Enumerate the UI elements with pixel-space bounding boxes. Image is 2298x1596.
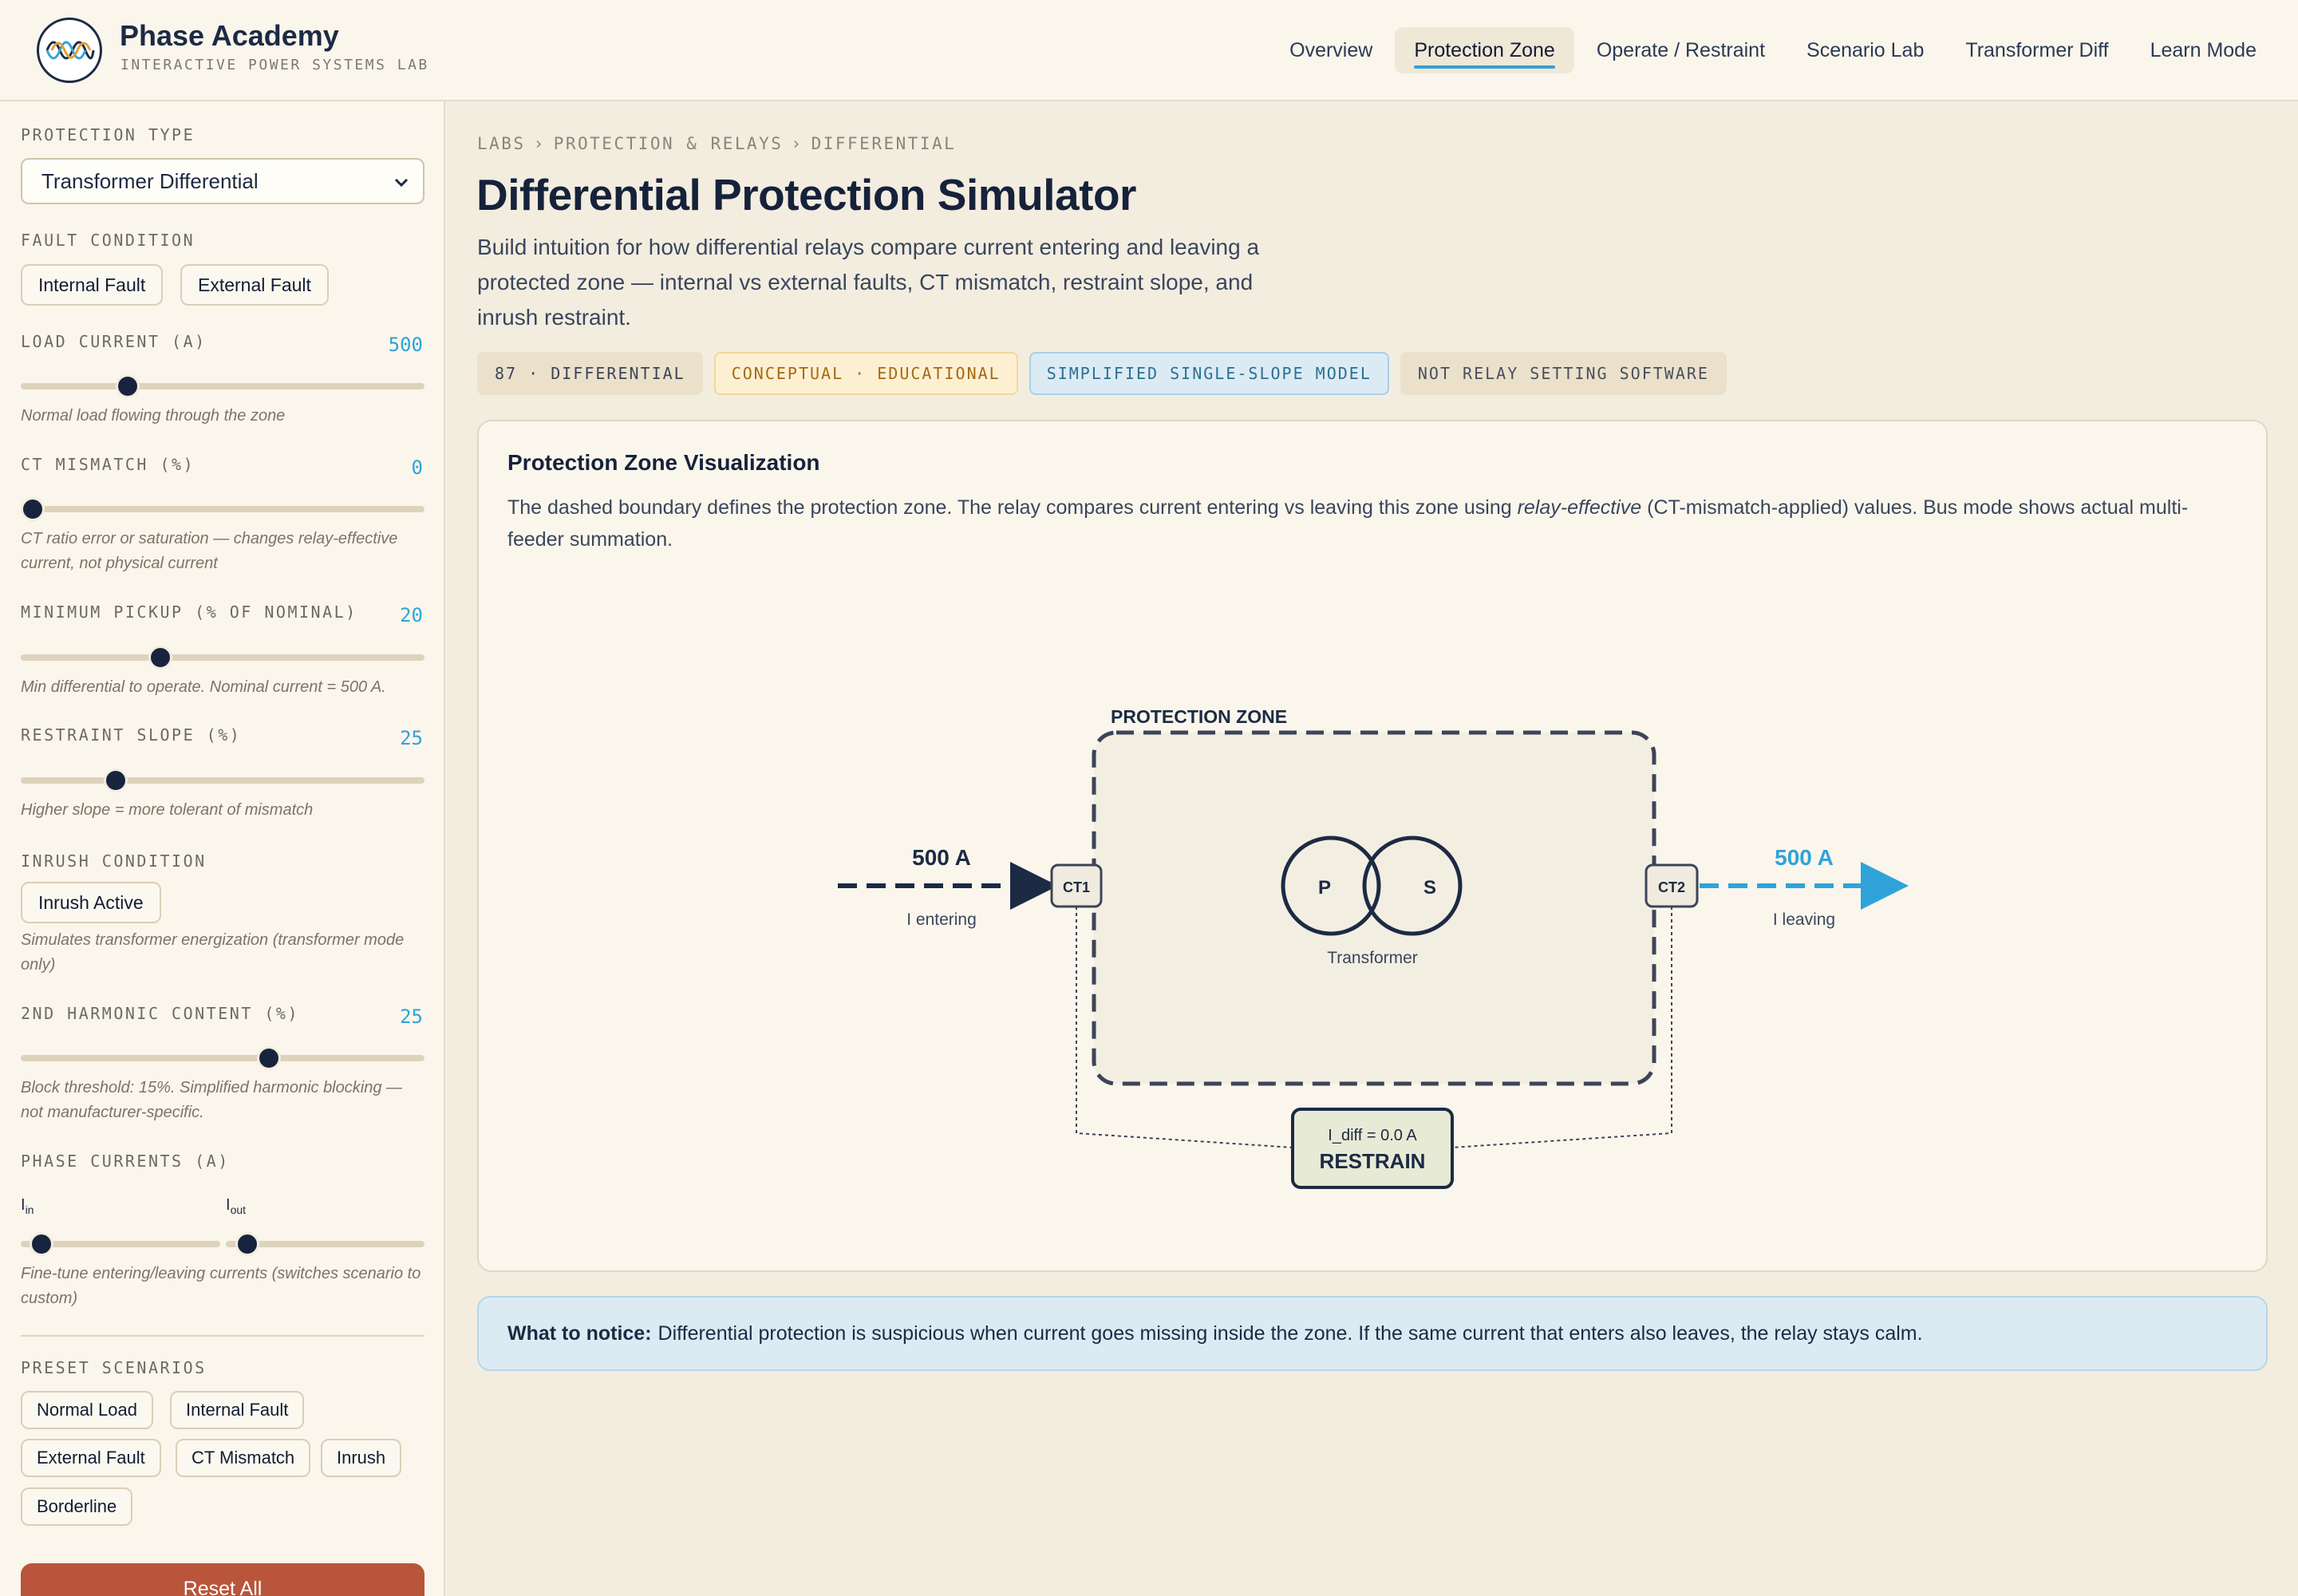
preset-internal-fault-button[interactable]: Internal Fault	[170, 1391, 305, 1429]
protection-type-select[interactable]: Transformer Differential	[21, 158, 424, 204]
restraint-slope-note: Higher slope = more tolerant of mismatch	[21, 801, 314, 819]
tag-row: 87 · DIFFERENTIAL CONCEPTUAL · EDUCATION…	[477, 352, 1727, 395]
nav-overview[interactable]: Overview	[1270, 27, 1392, 73]
i-out-slider[interactable]	[226, 1232, 424, 1256]
chevron-down-icon	[394, 178, 409, 188]
viz-title: Protection Zone Visualization	[507, 450, 820, 475]
protection-type-label: PROTECTION TYPE	[21, 125, 195, 144]
slider-thumb[interactable]	[21, 497, 45, 521]
top-nav: Overview Protection Zone Operate / Restr…	[1270, 27, 2276, 73]
breadcrumb: LABS › PROTECTION & RELAYS › DIFFERENTIAL	[477, 134, 957, 153]
i-out-label: Iout	[226, 1196, 247, 1216]
ct1-label: CT1	[1063, 879, 1090, 895]
load-current-value: 500	[388, 334, 423, 356]
notice-heading: What to notice:	[507, 1321, 652, 1345]
breadcrumb-protection-relays[interactable]: PROTECTION & RELAYS	[554, 134, 784, 153]
phase-academy-logo-icon[interactable]	[37, 18, 102, 83]
fault-condition-label: FAULT CONDITION	[21, 231, 195, 250]
current-out-value: 500 A	[1775, 845, 1834, 870]
min-pickup-label: MINIMUM PICKUP (% OF NOMINAL)	[21, 602, 357, 622]
ct-mismatch-slider[interactable]	[21, 497, 424, 521]
nav-protection-zone[interactable]: Protection Zone	[1395, 27, 1574, 73]
i-in-label: Iin	[21, 1196, 34, 1216]
internal-fault-button[interactable]: Internal Fault	[21, 264, 164, 306]
inrush-note: Simulates transformer energization (tran…	[21, 931, 405, 974]
ct2-label: CT2	[1658, 879, 1685, 895]
ct-mismatch-note: CT ratio error or saturation — changes r…	[21, 530, 398, 572]
harmonic-slider[interactable]	[21, 1046, 424, 1070]
primary-label: P	[1318, 877, 1331, 899]
i-in-slider[interactable]	[21, 1232, 220, 1256]
ct-mismatch-label: CT MISMATCH (%)	[21, 455, 195, 474]
harmonic-value: 25	[400, 1005, 423, 1028]
preset-normal-load-button[interactable]: Normal Load	[21, 1391, 153, 1429]
preset-scenarios-label: PRESET SCENARIOS	[21, 1358, 207, 1377]
tag-conceptual: CONCEPTUAL · EDUCATIONAL	[713, 352, 1018, 395]
relay-state: RESTRAIN	[1320, 1149, 1426, 1173]
harmonic-note: Block threshold: 15%. Simplified harmoni…	[21, 1079, 402, 1121]
transformer-label: Transformer	[1327, 949, 1418, 967]
harmonic-label: 2ND HARMONIC CONTENT (%)	[21, 1004, 299, 1023]
preset-inrush-button[interactable]: Inrush	[321, 1439, 402, 1477]
controls-sidebar: PROTECTION TYPE Transformer Differential…	[0, 101, 445, 1596]
preset-ct-mismatch-button[interactable]: CT Mismatch	[176, 1439, 311, 1477]
preset-external-fault-button[interactable]: External Fault	[21, 1439, 161, 1477]
restraint-slope-slider[interactable]	[21, 768, 424, 792]
nav-operate-restraint[interactable]: Operate / Restraint	[1577, 27, 1784, 73]
what-to-notice-banner: What to notice: Differential protection i…	[477, 1296, 2268, 1371]
current-out-label: I leaving	[1773, 911, 1835, 929]
notice-text: Differential protection is suspicious wh…	[657, 1321, 1923, 1345]
protection-zone-card: PROTECTION ZONE 500 A I entering 500 A I…	[477, 420, 2268, 1272]
divider	[21, 1335, 424, 1337]
restraint-slope-value: 25	[400, 727, 423, 749]
slider-thumb[interactable]	[235, 1232, 259, 1256]
load-current-note: Normal load flowing through the zone	[21, 407, 286, 425]
breadcrumb-differential: DIFFERENTIAL	[811, 134, 957, 153]
relay-status-box	[1291, 1108, 1454, 1189]
inrush-condition-label: INRUSH CONDITION	[21, 851, 207, 871]
app-subtitle: INTERACTIVE POWER SYSTEMS LAB	[120, 57, 429, 73]
nav-transformer-diff[interactable]: Transformer Diff	[1946, 27, 2127, 73]
breadcrumb-labs[interactable]: LABS	[477, 134, 526, 153]
restraint-slope-label: RESTRAINT SLOPE (%)	[21, 725, 242, 745]
nav-scenario-lab[interactable]: Scenario Lab	[1787, 27, 1943, 73]
current-in-value: 500 A	[912, 845, 971, 870]
slider-thumb[interactable]	[257, 1046, 282, 1070]
top-header: Phase Academy INTERACTIVE POWER SYSTEMS …	[0, 0, 2298, 101]
min-pickup-note: Min differential to operate. Nominal cur…	[21, 678, 386, 696]
secondary-label: S	[1423, 877, 1436, 899]
nav-learn-mode[interactable]: Learn Mode	[2131, 27, 2276, 73]
reset-all-button[interactable]: Reset All	[21, 1563, 424, 1596]
slider-thumb[interactable]	[30, 1232, 53, 1256]
min-pickup-slider[interactable]	[21, 646, 424, 670]
slider-thumb[interactable]	[148, 646, 172, 670]
page-title: Differential Protection Simulator	[476, 170, 1136, 219]
inrush-active-button[interactable]: Inrush Active	[21, 882, 161, 923]
load-current-label: LOAD CURRENT (A)	[21, 332, 207, 351]
tag-differential: 87 · DIFFERENTIAL	[477, 352, 703, 395]
tag-not-relay-software: NOT RELAY SETTING SOFTWARE	[1400, 352, 1727, 395]
phase-currents-label: PHASE CURRENTS (A)	[21, 1152, 230, 1171]
protection-zone-label: PROTECTION ZONE	[1111, 706, 1287, 727]
phase-currents-note: Fine-tune entering/leaving currents (swi…	[21, 1265, 421, 1307]
page-description: Build intuition for how differential rel…	[477, 235, 1260, 330]
viz-description: The dashed boundary defines the protecti…	[507, 496, 2189, 551]
preset-borderline-button[interactable]: Borderline	[21, 1487, 133, 1526]
current-in-label: I entering	[906, 911, 977, 929]
ct-mismatch-value: 0	[411, 456, 423, 479]
relay-idiff: I_diff = 0.0 A	[1328, 1127, 1417, 1144]
protection-type-value: Transformer Differential	[41, 168, 259, 193]
min-pickup-value: 20	[400, 604, 423, 626]
tag-single-slope: SIMPLIFIED SINGLE-SLOPE MODEL	[1029, 352, 1389, 395]
slider-thumb[interactable]	[103, 768, 128, 792]
slider-thumb[interactable]	[116, 374, 140, 398]
external-fault-button[interactable]: External Fault	[180, 264, 329, 306]
load-current-slider[interactable]	[21, 374, 424, 398]
app-title: Phase Academy	[120, 19, 339, 52]
